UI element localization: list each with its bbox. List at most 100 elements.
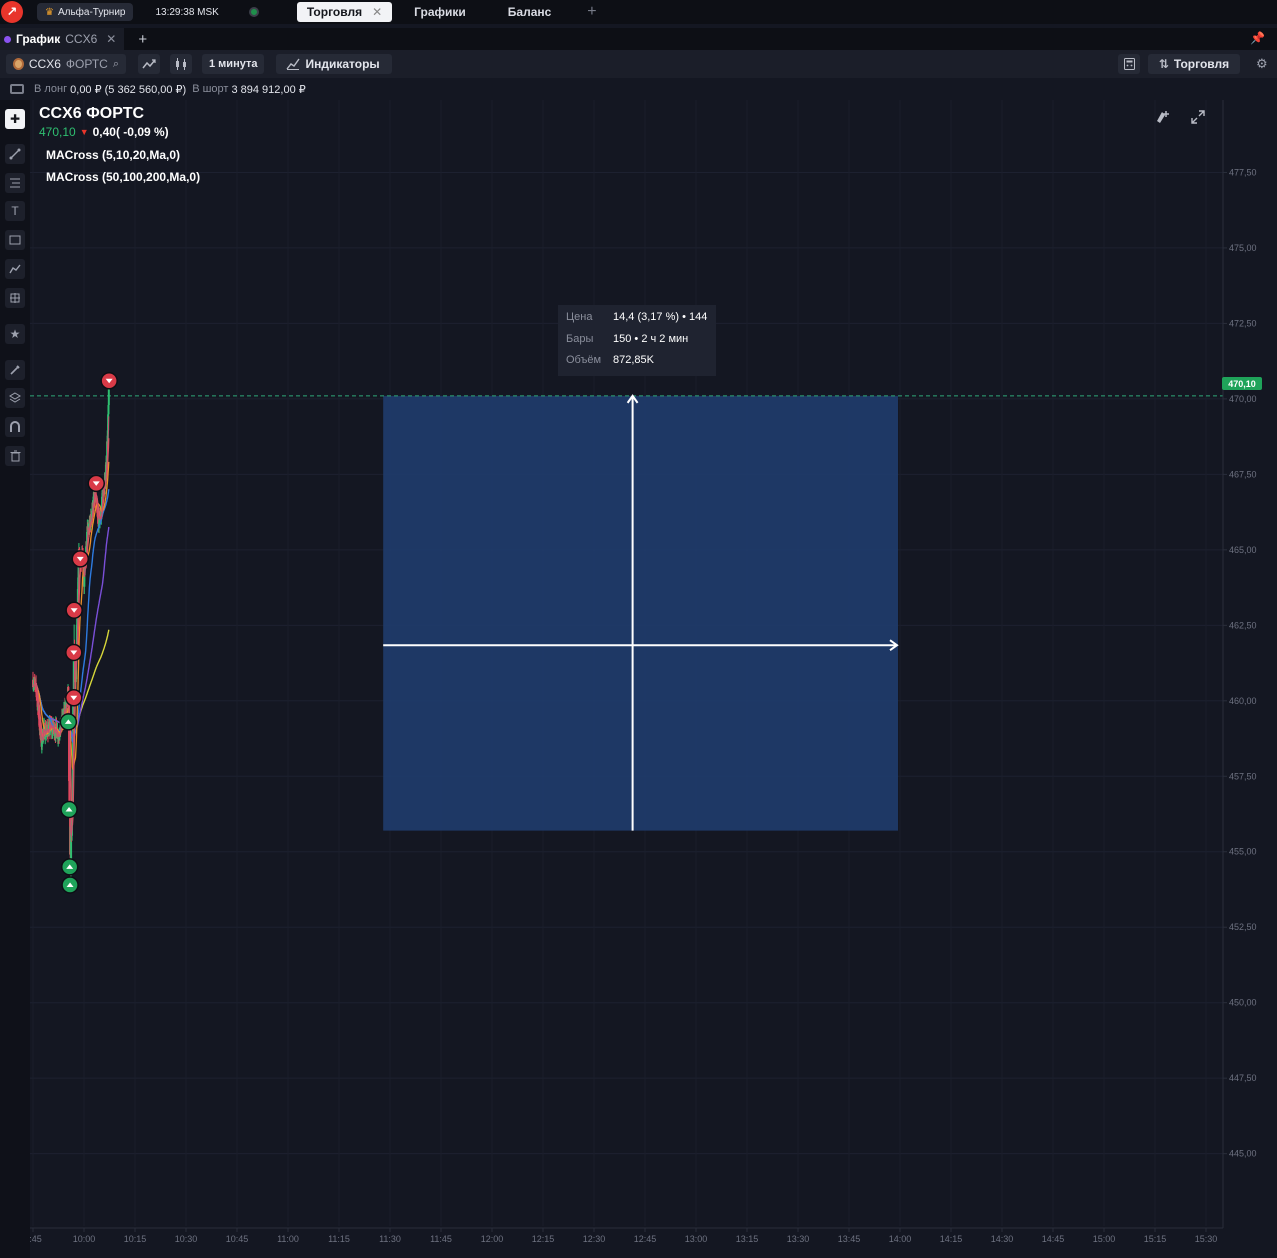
crosshair-tool[interactable]: ✚ bbox=[5, 109, 25, 129]
compare-icon bbox=[142, 59, 156, 69]
indicators-button[interactable]: Индикаторы bbox=[276, 54, 392, 74]
tab-charts[interactable]: Графики bbox=[414, 5, 466, 19]
chart-tab[interactable]: График CCX6 ✕ bbox=[0, 28, 125, 50]
x-tick-label: 14:15 bbox=[940, 1234, 963, 1244]
tournament-button[interactable]: ♛ Альфа-Турнир bbox=[37, 3, 134, 21]
pin-icon[interactable]: 📌 bbox=[1250, 31, 1265, 45]
price-chart[interactable]: 477,50 475,00 472,50 470,00 467,50 465,00 462,… bbox=[30, 100, 1277, 1258]
x-tick-label: 12:30 bbox=[583, 1234, 606, 1244]
y-tick-label: 467,50 bbox=[1229, 469, 1257, 479]
instrument-icon bbox=[13, 58, 24, 70]
magnet-tool[interactable] bbox=[5, 417, 25, 437]
indicators-icon bbox=[286, 58, 301, 70]
indicator-macross-slow[interactable]: MACross (50,100,200,Ma,0) bbox=[46, 170, 200, 184]
measure-price-value: 14,4 (3,17 %) • 144 bbox=[613, 311, 708, 323]
chart-tab-row: График CCX6 ✕ + 📌 bbox=[0, 28, 1277, 50]
x-tick-label: 11:00 bbox=[277, 1234, 299, 1244]
measure-price-label: Цена bbox=[566, 311, 593, 323]
tab-trading-label: Торговля bbox=[306, 5, 363, 19]
chart-symbol-title: CCX6 ФОРТС bbox=[39, 105, 145, 122]
logo[interactable]: ↗ bbox=[1, 1, 23, 23]
symbol-search[interactable]: CCX6 ФОРТС ⌕ bbox=[6, 54, 126, 74]
x-tick-label: 15:00 bbox=[1093, 1234, 1116, 1244]
brush-icon bbox=[10, 365, 20, 375]
close-icon[interactable]: ✕ bbox=[106, 32, 116, 46]
down-arrow-icon: ▼ bbox=[79, 127, 89, 137]
y-tick-label: 450,00 bbox=[1229, 998, 1257, 1008]
trade-button[interactable]: ⇅ Торговля bbox=[1148, 54, 1240, 74]
trendline-icon bbox=[9, 148, 21, 160]
chart-tab-symbol: CCX6 bbox=[65, 32, 98, 46]
add-chart-icon[interactable]: + bbox=[138, 31, 147, 48]
magnet-icon bbox=[10, 421, 20, 432]
last-price-badge: 470,10 bbox=[1222, 377, 1262, 390]
chart-toolbar: CCX6 ФОРТС ⌕ 1 минута Индикаторы ⇅ Торго… bbox=[0, 50, 1277, 78]
price-summary: 470,10 ▼ 0,40( -0,09 %) bbox=[39, 125, 169, 139]
y-tick-label: 457,50 bbox=[1229, 771, 1257, 781]
long-detail: (5 362 560,00 ₽) bbox=[104, 83, 187, 96]
indicator-macross-fast[interactable]: MACross (5,10,20,Ma,0) bbox=[46, 148, 180, 162]
wallet-icon bbox=[10, 84, 24, 94]
x-tick-label: 13:00 bbox=[685, 1234, 708, 1244]
y-tick-label: 472,50 bbox=[1229, 318, 1257, 328]
layers-tool[interactable] bbox=[5, 388, 25, 408]
symbol-exchange: ФОРТС bbox=[65, 57, 108, 71]
timeframe-select[interactable]: 1 минута bbox=[202, 54, 265, 74]
long-value: 0,00 ₽ bbox=[70, 83, 102, 96]
x-tick-label: 10:15 bbox=[124, 1234, 147, 1244]
gear-icon[interactable]: ⚙ bbox=[1256, 56, 1268, 72]
symbol-code: CCX6 bbox=[28, 57, 61, 71]
layers-icon bbox=[9, 392, 21, 403]
close-icon[interactable]: ✕ bbox=[372, 5, 382, 19]
x-tick-label: 13:15 bbox=[736, 1234, 759, 1244]
calculator-button[interactable] bbox=[1118, 54, 1140, 74]
connection-status-icon bbox=[248, 7, 259, 17]
trash-tool[interactable] bbox=[5, 446, 25, 466]
measure-tool[interactable] bbox=[5, 288, 25, 308]
x-tick-label: 15:15 bbox=[1144, 1234, 1167, 1244]
y-tick-label: 477,50 bbox=[1229, 167, 1257, 177]
measure-rectangle bbox=[383, 395, 898, 831]
x-tick-label: 11:45 bbox=[430, 1234, 452, 1244]
x-tick-label: 10:30 bbox=[175, 1234, 198, 1244]
compare-button[interactable] bbox=[138, 54, 160, 74]
y-tick-label: 455,00 bbox=[1229, 847, 1257, 857]
chart-type-button[interactable] bbox=[170, 54, 192, 74]
y-tick-label: 462,50 bbox=[1229, 620, 1257, 630]
trade-icon: ⇅ bbox=[1158, 57, 1169, 71]
trade-label: Торговля bbox=[1173, 57, 1230, 71]
x-tick-label: 11:30 bbox=[379, 1234, 401, 1244]
fibonacci-tool[interactable] bbox=[5, 173, 25, 193]
indicators-label: Индикаторы bbox=[305, 57, 380, 71]
y-tick-label: 445,00 bbox=[1229, 1149, 1257, 1159]
fibonacci-icon bbox=[10, 178, 20, 188]
trendline-tool[interactable] bbox=[5, 144, 25, 164]
x-tick-label: 12:15 bbox=[532, 1234, 555, 1244]
x-tick-label: 10:45 bbox=[226, 1234, 249, 1244]
x-tick-label: 14:30 bbox=[991, 1234, 1014, 1244]
favorites-tool[interactable]: ★ bbox=[5, 324, 25, 344]
candles-icon bbox=[176, 57, 186, 70]
x-tick-label: 14:45 bbox=[1042, 1234, 1065, 1244]
text-tool[interactable]: T bbox=[5, 201, 25, 221]
y-tick-label: 465,00 bbox=[1229, 545, 1257, 555]
measure-tooltip: Цена 14,4 (3,17 %) • 144 Бары 150 • 2 ч … bbox=[558, 305, 716, 376]
tab-balance[interactable]: Баланс bbox=[508, 5, 552, 19]
measure-bars-value: 150 • 2 ч 2 мин bbox=[613, 333, 689, 345]
x-tick-label: 13:45 bbox=[838, 1234, 861, 1244]
x-tick-label: 14:00 bbox=[889, 1234, 912, 1244]
path-icon bbox=[9, 264, 21, 274]
brush-tool[interactable] bbox=[5, 360, 25, 380]
x-tick-label: 10:00 bbox=[73, 1234, 96, 1244]
rectangle-tool[interactable] bbox=[5, 230, 25, 250]
search-icon: ⌕ bbox=[112, 57, 119, 70]
add-tab-icon[interactable]: + bbox=[587, 3, 596, 21]
price-change: 0,40( -0,09 %) bbox=[92, 125, 169, 139]
fullscreen-icon[interactable] bbox=[1190, 109, 1206, 129]
short-label: В шорт bbox=[192, 83, 229, 95]
alert-pin-icon[interactable] bbox=[1153, 109, 1171, 129]
tab-trading[interactable]: Торговля ✕ bbox=[296, 2, 393, 22]
server-clock: 13:29:38 MSK bbox=[155, 6, 219, 18]
app-bar: ↗ ♛ Альфа-Турнир 13:29:38 MSK Торговля ✕… bbox=[0, 0, 1277, 24]
path-tool[interactable] bbox=[5, 259, 25, 279]
